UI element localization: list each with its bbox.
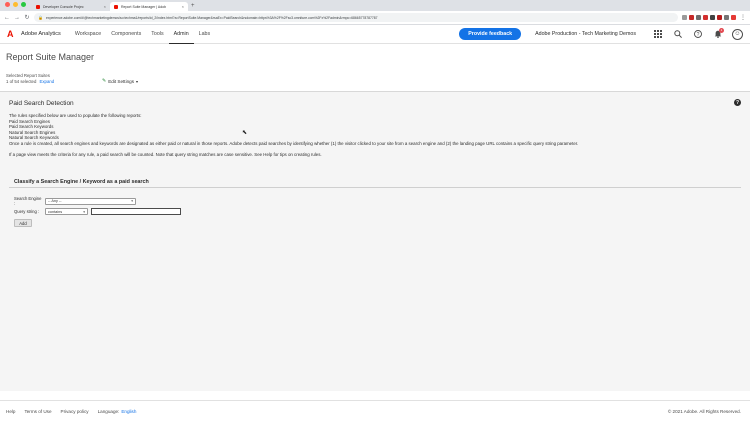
query-string-input[interactable] [91,208,181,215]
adobe-logo-icon[interactable]: A [7,29,15,39]
extension-icon[interactable] [710,15,715,20]
forward-arrow-icon[interactable]: → [14,15,20,21]
tab-title: Report Suite Manager | Adob [121,4,167,9]
extension-icon[interactable] [724,15,729,20]
extension-icon[interactable] [696,15,701,20]
edit-settings-menu[interactable]: ✎ Edit Settings ▾ [102,78,138,84]
address-bar[interactable]: 🔒 experience.adobe.com/#/@techmarketingd… [34,13,678,22]
browser-tab-developer-console[interactable]: Developer Console Projec × [32,2,110,11]
window-controls [0,0,32,11]
selected-count: 1 of 54 selected [6,78,37,84]
content-panel: Paid Search Detection ? The rules specif… [0,91,750,391]
adobe-favicon-icon [114,4,118,9]
maximize-window-button[interactable] [21,1,26,7]
back-arrow-icon[interactable]: ← [4,15,10,21]
notification-badge: 1 [719,27,724,33]
apps-grid-icon[interactable] [648,25,668,44]
browser-tab-report-suite-manager[interactable]: Report Suite Manager | Adob × [110,2,188,11]
description-line: Once a rule is created, all search engin… [9,140,579,146]
help-circle-icon[interactable]: ? [734,99,741,106]
browser-menu-icon[interactable]: ⋮ [740,14,746,21]
new-tab-button[interactable]: + [191,3,195,11]
footer: Help Terms of Use Privacy policy Languag… [0,400,750,421]
lock-icon: 🔒 [38,15,43,20]
search-glyph [674,30,682,38]
extensions-area [682,15,736,20]
menu-labs[interactable]: Labs [194,25,216,44]
query-string-row: Query string : contains ▾ [14,208,181,215]
classify-title: Classify a Search Engine / Keyword as a … [14,179,149,185]
minimize-window-button[interactable] [13,1,18,7]
divider [9,187,741,188]
description-note: If a page view meets the criteria for an… [9,151,322,157]
svg-text:?: ? [697,32,700,38]
apps-grid-glyph [654,30,662,38]
search-engine-label: Search Engine : [14,196,42,206]
app-header: A Adobe Analytics Workspace Components T… [0,25,750,44]
footer-language-link[interactable]: English [121,409,136,414]
reload-icon[interactable]: ↻ [24,14,30,21]
search-icon[interactable] [668,25,688,44]
notifications-bell-icon[interactable]: 1 [708,25,728,44]
mouse-cursor-icon: ⬉ [242,130,248,136]
extension-icon[interactable] [703,15,708,20]
close-tab-icon[interactable]: × [104,4,106,9]
caret-down-icon: ▾ [136,78,139,84]
menu-workspace[interactable]: Workspace [70,25,106,44]
footer-copyright: © 2021 Adobe. All Rights Reserved. [667,408,741,414]
provide-feedback-button[interactable]: Provide feedback [459,28,522,40]
search-engine-value: -- Any -- [48,199,62,203]
browser-toolbar: ← → ↻ 🔒 experience.adobe.com/#/@techmark… [0,11,750,25]
menu-components[interactable]: Components [106,25,146,44]
query-operator-value: contains [48,209,63,214]
main-menu: Workspace Components Tools Admin Labs [70,25,215,44]
selected-report-suites: Selected Report Suites 1 of 54 selected … [6,73,54,84]
help-glyph: ? [694,30,702,38]
section-title: Paid Search Detection [9,100,74,107]
url-text: experience.adobe.com/#/@techmarketingdem… [45,15,378,20]
menu-tools[interactable]: Tools [146,25,168,44]
footer-language-label: Language: [97,408,120,414]
edit-pencil-icon: ✎ [102,78,107,84]
expand-link[interactable]: Expand [40,79,55,84]
tab-title: Developer Console Projec [43,4,84,9]
browser-tab-bar: Developer Console Projec × Report Suite … [0,0,750,11]
extension-icon[interactable] [682,15,687,20]
search-engine-select[interactable]: -- Any -- ▾ [45,197,136,205]
add-button[interactable]: Add [14,219,32,227]
footer-help-link[interactable]: Help [6,409,15,414]
chevron-down-icon: ▾ [83,209,85,214]
app-name[interactable]: Adobe Analytics [21,31,61,37]
chevron-down-icon: ▾ [131,199,133,203]
org-switcher[interactable]: Adobe Production - Tech Marketing Demos [535,31,636,37]
help-icon[interactable]: ? [688,25,708,44]
search-engine-row: Search Engine : -- Any -- ▾ [14,196,136,206]
menu-admin[interactable]: Admin [168,25,194,44]
profile-icon[interactable] [731,15,736,20]
adobe-favicon-icon [36,4,40,9]
close-tab-icon[interactable]: × [182,4,184,9]
section-description: The rules specified below are used to po… [9,113,578,157]
footer-terms-link[interactable]: Terms of Use [24,409,51,414]
user-avatar-icon[interactable]: ☺ [732,28,743,40]
extension-icon[interactable] [689,15,694,20]
close-window-button[interactable] [5,1,10,7]
edit-settings-label: Edit Settings [108,78,134,84]
extension-icon[interactable] [717,15,722,20]
query-operator-select[interactable]: contains ▾ [45,208,88,215]
query-string-label: Query string : [14,209,40,214]
footer-privacy-link[interactable]: Privacy policy [61,409,89,414]
page-title: Report Suite Manager [6,52,95,62]
